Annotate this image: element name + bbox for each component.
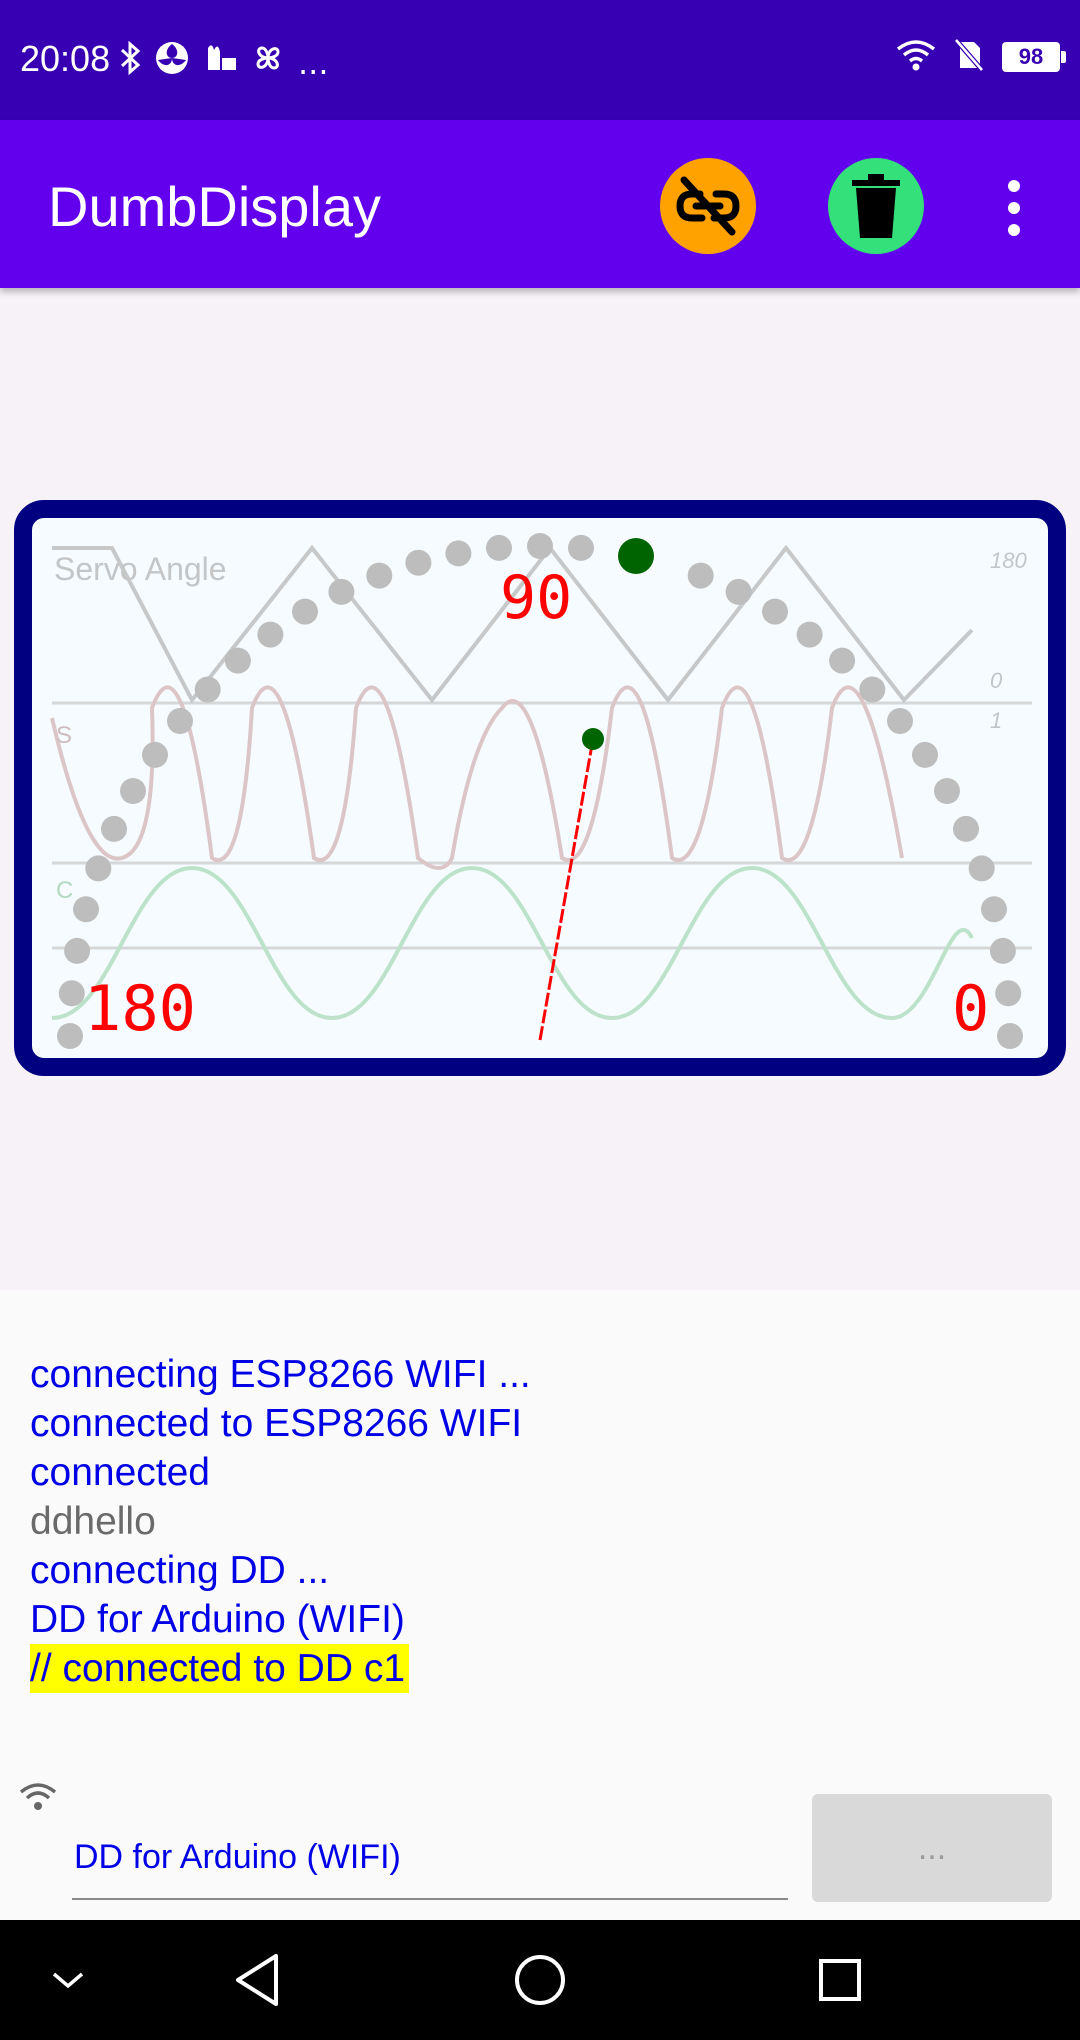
fan-icon — [154, 40, 190, 85]
gauge-dot — [194, 676, 221, 703]
gauge-dot — [120, 778, 146, 804]
gauge-dot — [953, 815, 979, 842]
log-line: DD for Arduino (WIFI) — [30, 1598, 405, 1641]
gauge-dot — [997, 1023, 1023, 1049]
collapse-icon[interactable] — [36, 1948, 100, 2012]
gauge-indicator-dot[interactable] — [618, 538, 654, 574]
log-line-highlighted: // connected to DD c1 — [30, 1644, 410, 1693]
gauge-dot — [328, 578, 355, 605]
gauge-dot — [725, 578, 752, 605]
needle-knob — [582, 728, 604, 750]
gauge-dot — [405, 549, 432, 576]
gauge-dot — [934, 778, 960, 804]
status-bar: 20:08 ... 98 — [0, 0, 1080, 120]
gauge-dot — [796, 621, 823, 648]
gauge-dot — [829, 647, 856, 674]
more-notifications: ... — [298, 43, 329, 82]
log-area: connecting ESP8266 WIFI ... connected to… — [0, 1290, 1080, 1720]
battery-level: 98 — [1018, 44, 1044, 69]
gauge-label-180: 180 — [84, 972, 196, 1045]
send-button[interactable]: ... — [812, 1794, 1052, 1902]
gauge-dot — [85, 855, 112, 882]
app-title: DumbDisplay — [48, 175, 381, 238]
gauge-dot — [762, 598, 788, 625]
gauge-dot — [445, 540, 472, 567]
app-bar: DumbDisplay — [0, 120, 1080, 288]
gauge-label-0: 0 — [952, 972, 989, 1045]
gauge-dot — [989, 937, 1016, 964]
back-icon[interactable] — [226, 1948, 290, 2012]
gauge-dot — [981, 896, 1007, 923]
gauge-dot — [101, 815, 127, 842]
battery-icon: 98 — [1002, 42, 1066, 72]
gauge-dot — [64, 937, 91, 964]
more-vert-icon[interactable] — [990, 172, 1038, 244]
system-nav-bar — [0, 1920, 1080, 2040]
gauge-dot — [887, 708, 913, 734]
status-system-icons: 98 — [896, 38, 1066, 76]
gauge-dot — [687, 562, 714, 589]
gauge-dot — [257, 621, 284, 648]
plotter-legend-bot: 1 — [990, 708, 1002, 733]
wifi-icon — [896, 39, 936, 75]
home-icon[interactable] — [508, 1948, 572, 2012]
log-line: connected — [30, 1451, 210, 1494]
gauge-label-90: 90 — [500, 563, 572, 633]
command-input[interactable]: DD for Arduino (WIFI) — [72, 1828, 788, 1900]
log-line: connecting DD ... — [30, 1549, 330, 1592]
gauge-dot — [224, 647, 251, 674]
gauge-dot — [859, 676, 886, 703]
status-notification-icons: ... — [120, 40, 329, 85]
gauge-dot — [58, 980, 85, 1007]
gauge-dot — [292, 598, 318, 625]
no-sim-icon — [954, 38, 984, 76]
wifi-connection-icon — [19, 1783, 57, 1810]
log-line: connected to ESP8266 WIFI — [30, 1402, 523, 1445]
status-time: 20:08 — [20, 38, 111, 79]
trash-icon — [852, 174, 900, 238]
log-line: connecting ESP8266 WIFI ... — [30, 1353, 531, 1396]
plotter-series-s: S — [56, 722, 72, 749]
servo-display-panel: Servo Angle S C 180 0 1 90 180 0 — [14, 500, 1066, 1076]
log-line: ddhello — [30, 1500, 156, 1543]
command-input-row: DD for Arduino (WIFI) ... — [0, 1720, 1080, 1920]
gauge-dot — [73, 896, 99, 923]
gauge-dot — [142, 741, 168, 768]
plotter-legend-top: 180 — [990, 548, 1027, 573]
plotter-series-c: C — [56, 877, 73, 904]
gauge-dot — [568, 534, 594, 561]
gauge-dot — [995, 980, 1022, 1007]
gauge-dot — [167, 708, 193, 734]
clear-button[interactable] — [828, 158, 924, 254]
disconnect-button[interactable] — [660, 158, 756, 254]
plotter-legend-mid: 0 — [990, 668, 1003, 693]
gauge-dot — [486, 534, 512, 561]
servo-gauge-canvas: Servo Angle S C 180 0 1 90 180 0 — [50, 533, 1032, 1049]
plotter-label: Servo Angle — [54, 551, 227, 587]
gauge-dot — [968, 855, 995, 882]
gauge-dot — [527, 533, 553, 559]
gauge-dot — [366, 562, 393, 589]
bluetooth-icon — [120, 40, 142, 84]
weather-icon — [202, 40, 238, 85]
gauge-dot — [57, 1023, 83, 1049]
recents-icon[interactable] — [808, 1948, 872, 2012]
link-off-icon — [676, 176, 740, 236]
gauge-dot — [912, 741, 938, 768]
pinwheel-icon — [250, 40, 286, 85]
app-root: 20:08 ... 98 DumbDisplay Servo Angle S C… — [0, 0, 1080, 2040]
